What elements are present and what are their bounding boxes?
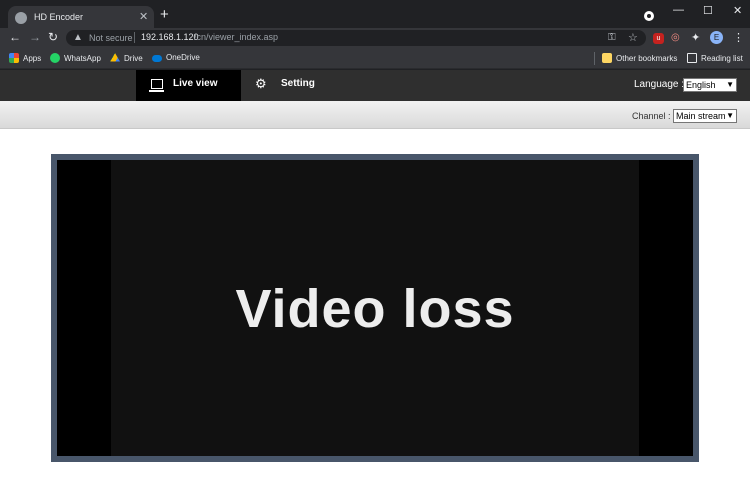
bookmark-drive[interactable]: Drive <box>110 53 143 63</box>
tab-close-icon[interactable]: ✕ <box>139 10 148 23</box>
back-button[interactable]: ← <box>9 31 21 43</box>
divider <box>134 32 135 43</box>
channel-label: Channel : <box>632 111 671 121</box>
tab-title: HD Encoder <box>34 12 84 22</box>
whatsapp-icon <box>50 53 60 63</box>
tab-strip: HD Encoder ✕ + — ☐ ✕ <box>0 0 750 31</box>
video-frame: Video loss <box>51 154 699 462</box>
glasses-extension-icon[interactable]: ◎ <box>671 32 680 43</box>
folder-icon <box>602 53 612 63</box>
channel-select[interactable]: Main stream ▼ <box>673 109 737 123</box>
apps-grid-icon <box>9 53 19 63</box>
channel-bar: Channel : Main stream ▼ <box>0 101 750 129</box>
bookmarks-bar: Apps WhatsApp Drive OneDrive Other bookm… <box>0 48 750 69</box>
bookmark-label: OneDrive <box>166 53 200 62</box>
chevron-down-icon: ▼ <box>726 111 734 120</box>
bookmark-label: Drive <box>124 54 143 63</box>
address-bar[interactable]: ▲ Not secure 192.168.1.120 /cn/viewer_in… <box>66 30 646 46</box>
video-player[interactable]: Video loss <box>57 160 693 456</box>
reload-button[interactable]: ↻ <box>48 31 58 43</box>
reading-list[interactable]: Reading list <box>687 53 743 63</box>
maximize-button[interactable]: ☐ <box>703 4 713 17</box>
bookmark-apps[interactable]: Apps <box>9 53 41 63</box>
bookmark-label: WhatsApp <box>64 54 101 63</box>
monitor-icon <box>149 79 164 92</box>
other-bookmarks-label: Other bookmarks <box>616 54 678 63</box>
warning-icon[interactable]: ▲ <box>73 32 83 43</box>
drive-icon <box>110 53 120 62</box>
language-value: English <box>686 80 716 90</box>
address-toolbar: ← → ↻ ▲ Not secure 192.168.1.120 /cn/vie… <box>0 28 750 48</box>
ublock-extension-icon[interactable]: u <box>653 33 664 44</box>
close-window-button[interactable]: ✕ <box>733 4 742 17</box>
onedrive-icon <box>152 55 162 62</box>
minimize-button[interactable]: — <box>673 4 684 16</box>
url-path[interactable]: /cn/viewer_index.asp <box>194 32 278 42</box>
page-content: Live view ⚙ Setting Language : English ▼… <box>0 70 750 482</box>
nav-live-view[interactable]: Live view <box>136 70 241 101</box>
video-canvas: Video loss <box>111 160 639 456</box>
forward-button[interactable]: → <box>29 31 41 43</box>
reading-list-label: Reading list <box>701 54 743 63</box>
gear-icon: ⚙ <box>255 76 267 91</box>
url-host[interactable]: 192.168.1.120 <box>141 32 199 42</box>
star-icon[interactable]: ☆ <box>628 31 638 44</box>
puzzle-extensions-icon[interactable]: ✦ <box>691 31 700 44</box>
security-status[interactable]: Not secure <box>89 33 133 43</box>
other-bookmarks[interactable]: Other bookmarks <box>602 53 677 63</box>
profile-avatar[interactable]: E <box>710 31 723 44</box>
app-header: Live view ⚙ Setting Language : English ▼ <box>0 70 750 101</box>
nav-setting[interactable]: ⚙ Setting <box>250 70 340 101</box>
chevron-down-icon: ▼ <box>726 80 734 89</box>
reading-list-icon <box>687 53 697 63</box>
bookmark-whatsapp[interactable]: WhatsApp <box>50 53 101 63</box>
globe-icon <box>15 12 27 24</box>
menu-icon[interactable]: ⋮ <box>733 31 744 44</box>
live-view-label: Live view <box>173 78 218 89</box>
bookmark-onedrive[interactable]: OneDrive <box>152 53 200 62</box>
divider <box>594 52 595 65</box>
language-select[interactable]: English ▼ <box>683 78 737 92</box>
language-label: Language : <box>634 79 685 90</box>
new-tab-button[interactable]: + <box>160 7 169 22</box>
key-icon[interactable]: ⚿ <box>608 32 616 43</box>
media-record-icon[interactable] <box>644 11 654 21</box>
setting-label: Setting <box>281 78 315 89</box>
channel-value: Main stream <box>676 111 726 121</box>
video-loss-text: Video loss <box>235 279 515 339</box>
bookmark-label: Apps <box>23 54 42 63</box>
